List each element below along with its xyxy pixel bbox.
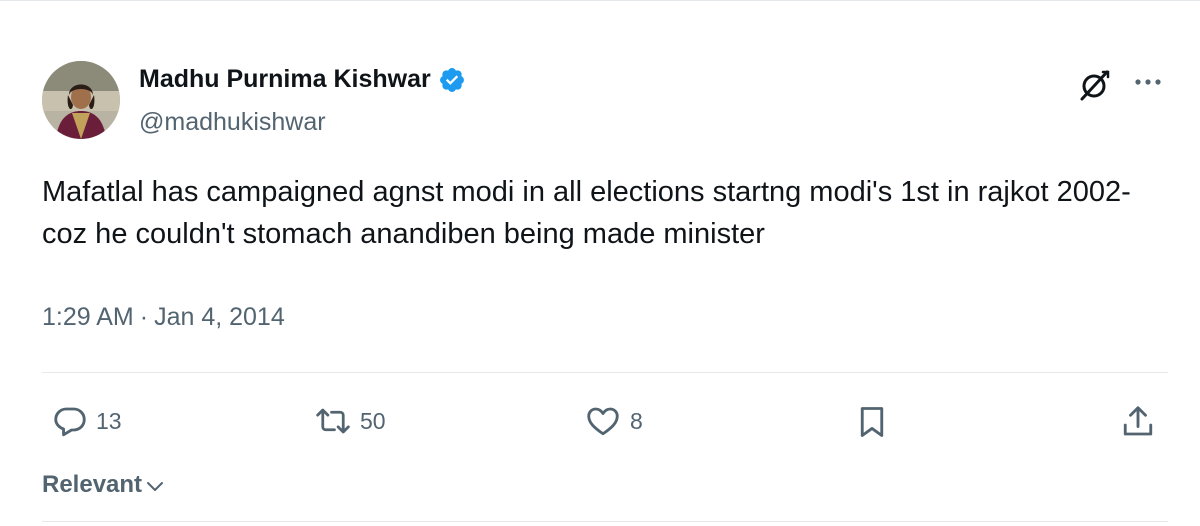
tweet-text: Mafatlal has campaigned agnst modi in al… (42, 176, 1131, 250)
author-handle[interactable]: @madhukishwar (139, 108, 326, 137)
sort-replies-dropdown[interactable]: Relevant (42, 469, 165, 501)
tweet-date[interactable]: Jan 4, 2014 (154, 303, 285, 331)
reply-button[interactable]: 13 (52, 403, 122, 439)
like-button[interactable]: 8 (584, 403, 643, 439)
divider (42, 521, 1168, 522)
share-icon (1120, 403, 1156, 441)
share-button[interactable] (1120, 403, 1156, 441)
more-icon[interactable] (1130, 67, 1166, 97)
reply-count: 13 (96, 407, 122, 434)
grok-icon[interactable] (1077, 67, 1113, 103)
chevron-down-icon[interactable] (145, 473, 165, 501)
tweet-timestamp[interactable]: 1:29 AM · Jan 4, 2014 (42, 303, 285, 332)
reply-icon (52, 403, 88, 439)
avatar[interactable] (42, 61, 120, 139)
repost-count: 50 (360, 407, 386, 434)
repost-button[interactable]: 50 (314, 403, 386, 439)
bookmark-button[interactable] (854, 403, 890, 441)
divider (42, 372, 1168, 373)
avatar-image (42, 61, 120, 139)
timestamp-separator: · (139, 303, 149, 331)
repost-icon (314, 403, 352, 439)
sort-label[interactable]: Relevant (42, 471, 142, 499)
tweet-card: Madhu Purnima Kishwar @madhukishwar Mafa… (0, 0, 1200, 526)
bookmark-icon (854, 403, 890, 441)
tweet-time[interactable]: 1:29 AM (42, 303, 134, 331)
like-count: 8 (630, 407, 643, 434)
verified-badge-icon[interactable] (438, 66, 466, 94)
author-display-name[interactable]: Madhu Purnima Kishwar (139, 65, 431, 94)
heart-icon (584, 403, 622, 439)
author-name-row[interactable]: Madhu Purnima Kishwar (139, 65, 466, 94)
